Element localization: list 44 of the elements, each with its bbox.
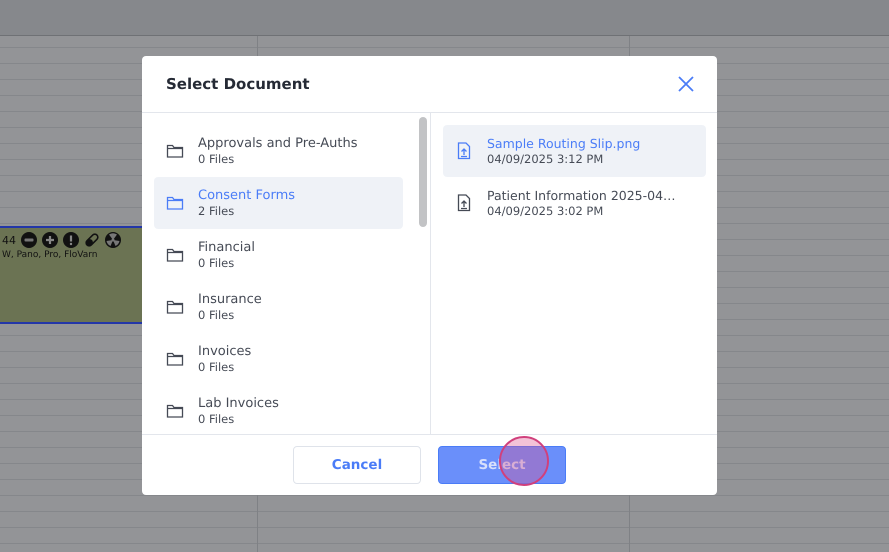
- close-icon: [677, 75, 695, 93]
- plus-icon: [42, 232, 58, 248]
- cancel-button[interactable]: Cancel: [293, 446, 421, 484]
- file-count: 0 Files: [198, 360, 236, 374]
- folder-name: Approvals and Pre-Auths: [198, 136, 358, 151]
- file-count: 0 Files: [198, 412, 236, 426]
- folder-item[interactable]: Lab Invoices 0 Files: [154, 385, 403, 434]
- folder-item[interactable]: Invoices 0 Files: [154, 333, 403, 385]
- folder-name: Lab Invoices: [198, 396, 279, 411]
- file-date: 04/09/2025 3:12 PM: [487, 152, 604, 166]
- scrollbar-thumb[interactable]: [418, 117, 426, 227]
- file-date: 04/09/2025 3:02 PM: [487, 204, 604, 218]
- folder-item[interactable]: Financial 0 Files: [154, 229, 403, 281]
- file-name: Sample Routing Slip.png: [487, 136, 640, 151]
- file-item[interactable]: Sample Routing Slip.png 04/09/2025 3:12 PM: [443, 125, 706, 177]
- appointment-procedures: W, Pano, Pro, FloVarn: [1, 249, 98, 260]
- folder-item[interactable]: Approvals and Pre-Auths 0 Files: [154, 125, 403, 177]
- folder-icon: [166, 298, 184, 316]
- file-name: Patient Information 2025-04…: [487, 188, 676, 203]
- alert-icon: [63, 232, 79, 248]
- file-count: 0 Files: [198, 308, 236, 322]
- appointment-block[interactable]: 44 W, Pano, Pro, FloVarn: [0, 226, 142, 324]
- folder-icon: [166, 194, 184, 212]
- folder-name: Consent Forms: [198, 188, 296, 203]
- pill-icon: [84, 232, 100, 248]
- folder-icon: [166, 246, 184, 264]
- folder-icon: [166, 142, 184, 160]
- folder-item[interactable]: Insurance 0 Files: [154, 281, 403, 333]
- document-upload-icon: [455, 142, 473, 160]
- file-item[interactable]: Patient Information 2025-04… 04/09/2025 3:02 PM: [443, 177, 706, 229]
- close-button[interactable]: [677, 75, 695, 93]
- appointment-time: 44: [2, 234, 16, 246]
- folder-item[interactable]: Consent Forms 2 Files: [154, 177, 403, 229]
- file-count: 0 Files: [198, 256, 236, 270]
- radiation-icon: [105, 232, 121, 248]
- folder-name: Financial: [198, 240, 255, 255]
- document-upload-icon: [455, 194, 473, 212]
- folder-icon: [166, 350, 184, 368]
- dialog-title: Select Document: [166, 75, 310, 93]
- folder-icon: [166, 402, 184, 420]
- file-count: 2 Files: [198, 204, 236, 218]
- file-count: 0 Files: [198, 152, 236, 166]
- folder-name: Invoices: [198, 344, 252, 359]
- folder-name: Insurance: [198, 292, 262, 307]
